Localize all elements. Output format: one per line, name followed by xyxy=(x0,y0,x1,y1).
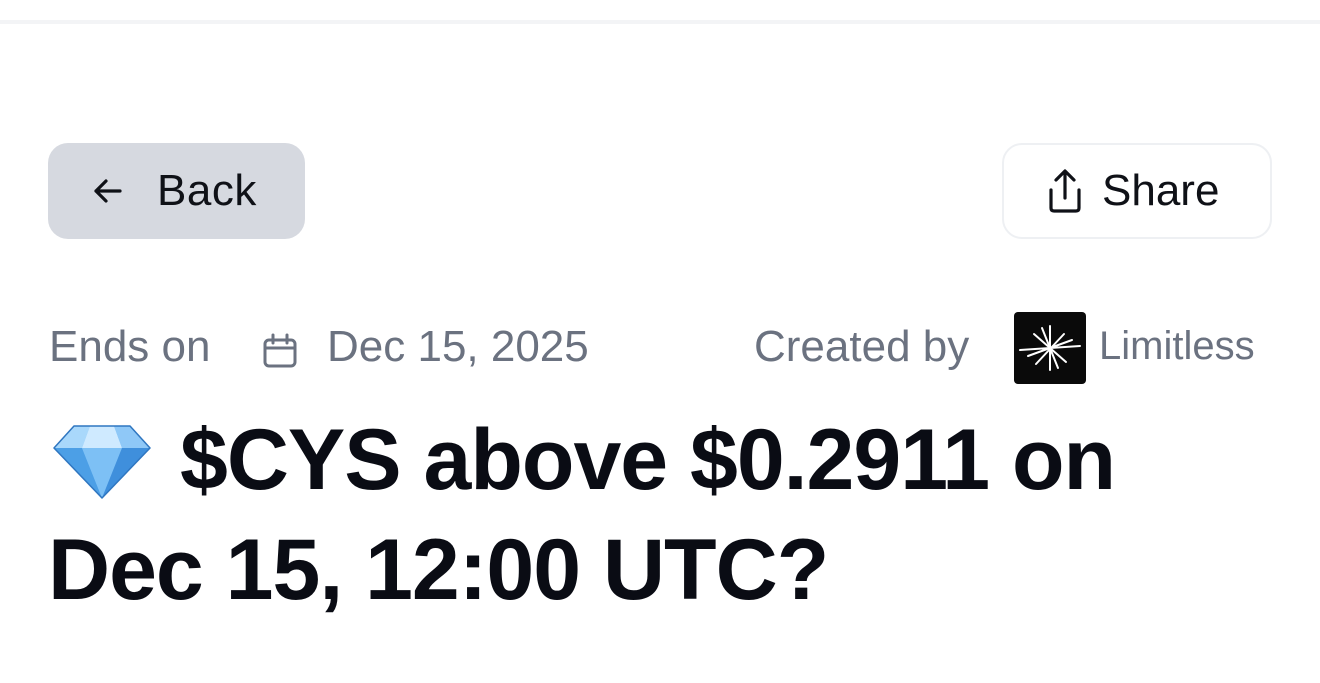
diamond-icon xyxy=(52,420,152,500)
end-date: Dec 15, 2025 xyxy=(327,322,589,371)
calendar-icon xyxy=(260,332,300,372)
market-title: $CYS above $0.2911 on Dec 15, 12:00 UTC? xyxy=(48,412,1288,632)
ends-on-label: Ends on xyxy=(49,322,211,371)
title-line-2: Dec 15, 12:00 UTC? xyxy=(48,522,1288,618)
creator-name[interactable]: Limitless xyxy=(1099,324,1255,369)
title-text-line-1: $CYS above $0.2911 on xyxy=(180,411,1116,508)
back-label: Back xyxy=(157,166,257,215)
share-button[interactable]: Share xyxy=(1002,143,1272,239)
market-meta-row: Ends on Dec 15, 2025 Created by Limitles… xyxy=(0,312,1320,384)
limitless-logo[interactable] xyxy=(1014,312,1086,384)
top-divider xyxy=(0,20,1320,24)
title-line-1: $CYS above $0.2911 on xyxy=(48,412,1288,508)
share-label: Share xyxy=(1102,166,1220,215)
arrow-left-icon xyxy=(88,171,128,211)
title-text-line-2: Dec 15, 12:00 UTC? xyxy=(48,521,829,618)
created-by-label: Created by xyxy=(754,322,970,371)
share-icon xyxy=(1044,168,1086,214)
back-button[interactable]: Back xyxy=(48,143,305,239)
